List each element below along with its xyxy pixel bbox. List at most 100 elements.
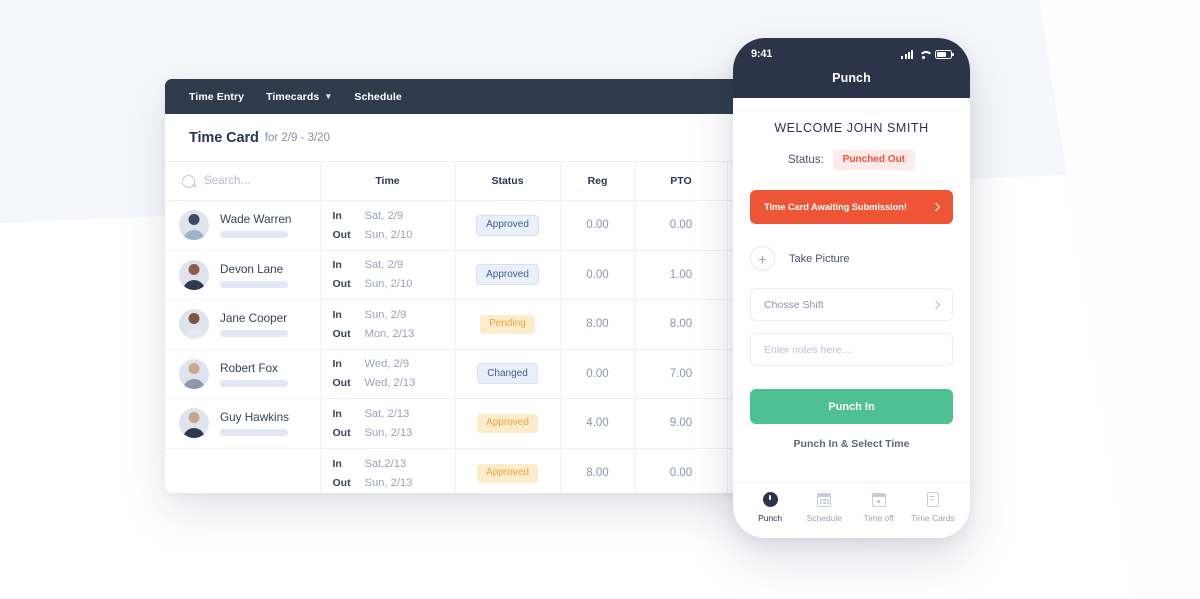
tab-label: Time Cards <box>911 513 955 523</box>
out-value: Sun, 2/13 <box>364 476 413 489</box>
out-label: Out <box>332 377 351 390</box>
column-header-reg: Reg <box>560 161 636 201</box>
column-header-time: Time <box>320 161 456 201</box>
take-picture-row[interactable]: + Take Picture <box>750 246 953 271</box>
nav-item-time-entry[interactable]: Time Entry <box>189 91 244 103</box>
avatar <box>179 358 209 389</box>
employee-cell: Robert Fox <box>165 349 321 399</box>
out-label: Out <box>332 228 351 241</box>
in-value: Sat, 2/13 <box>364 407 410 420</box>
status-badge: Approved <box>477 463 538 483</box>
time-cell: In Sat,2/13 Out Sun, 2/13 <box>320 448 456 493</box>
timecard-alert-banner[interactable]: Time Card Awaiting Submission! <box>750 190 953 224</box>
choose-shift-value: Chosse Shift <box>764 298 824 311</box>
out-label: Out <box>332 426 351 439</box>
status-bar-icons <box>901 49 954 59</box>
employee-cell: Devon Lane <box>165 250 321 300</box>
in-value: Wed, 2/9 <box>364 358 410 371</box>
out-value: Sun, 2/10 <box>364 278 413 291</box>
status-bar-time: 9:41 <box>751 48 773 60</box>
in-label: In <box>332 407 342 420</box>
reg-cell: 0.00 <box>560 349 636 399</box>
wifi-icon <box>918 50 930 59</box>
nav-item-label: Timecards <box>266 90 320 103</box>
status-cell: Approved <box>455 200 561 251</box>
status-badge: Pending <box>480 314 535 334</box>
phone-tab-bar: Punch Schedule Time off Time Cards <box>733 482 970 538</box>
phone-mockup: 9:41 Punch WELCOME JOHN SMITH Status: Pu… <box>733 38 970 538</box>
time-cell: In Sat, 2/13 Out Sun, 2/13 <box>320 398 456 449</box>
employee: Wade Warren <box>179 210 320 241</box>
pto-cell: 0.00 <box>635 448 728 493</box>
in-label: In <box>332 259 342 272</box>
employee-name: Robert Fox <box>220 360 278 375</box>
notes-placeholder: Enter notes here.... <box>764 343 854 356</box>
document-icon <box>926 492 939 507</box>
status-cell: Changed <box>455 349 561 399</box>
alert-text: Time Card Awaiting Submission! <box>764 202 907 212</box>
calendar-day-icon <box>871 492 886 507</box>
reg-cell: 0.00 <box>560 200 636 251</box>
in-label: In <box>332 308 342 321</box>
employee-cell: Wade Warren <box>165 200 321 251</box>
notes-input[interactable]: Enter notes here.... <box>750 333 953 366</box>
chevron-right-icon <box>931 202 941 212</box>
employee-detail-placeholder <box>220 231 288 239</box>
employee-detail-placeholder <box>220 280 288 288</box>
employee: Devon Lane <box>179 259 320 290</box>
reg-cell: 4.00 <box>560 398 636 449</box>
out-value: Wed, 2/13 <box>364 377 416 390</box>
search-input[interactable]: Search... <box>204 175 250 187</box>
in-value: Sat,2/13 <box>364 457 407 470</box>
tab-time-cards[interactable]: Time Cards <box>906 492 960 523</box>
screenshot-stage: Time Entry Timecards ▼ Schedule Time Car… <box>0 0 1200 599</box>
clock-icon <box>762 492 778 507</box>
chevron-down-icon: ▼ <box>324 91 333 101</box>
employee-name: Guy Hawkins <box>220 410 289 425</box>
phone-header: 9:41 Punch <box>733 38 970 98</box>
status-cell: Pending <box>455 299 561 350</box>
nav-item-label: Time Entry <box>189 90 245 103</box>
tab-punch[interactable]: Punch <box>743 492 797 523</box>
out-value: Sun, 2/10 <box>364 228 413 241</box>
avatar <box>179 259 209 290</box>
tab-time-off[interactable]: Time off <box>852 492 906 523</box>
out-label: Out <box>332 476 351 489</box>
out-label: Out <box>332 327 351 340</box>
phone-status-bar: 9:41 <box>751 46 954 62</box>
plus-icon: + <box>750 246 775 271</box>
employee: Robert Fox <box>179 358 320 389</box>
in-value: Sat, 2/9 <box>364 259 404 272</box>
search-cell[interactable]: Search... <box>165 161 321 201</box>
in-label: In <box>332 358 342 371</box>
punch-in-select-time-link[interactable]: Punch In & Select Time <box>750 438 953 450</box>
employee-cell: Guy Hawkins <box>165 398 321 449</box>
employee-name: Jane Cooper <box>220 311 287 326</box>
phone-screen-title: Punch <box>832 71 871 85</box>
nav-item-schedule[interactable]: Schedule <box>354 91 401 103</box>
nav-item-timecards[interactable]: Timecards ▼ <box>266 91 332 103</box>
tab-label: Time off <box>863 512 894 523</box>
in-value: Sat, 2/9 <box>364 209 404 222</box>
status-badge: Changed <box>477 363 538 385</box>
page-title: Time Card <box>189 129 259 146</box>
out-value: Sun, 2/13 <box>364 426 413 439</box>
status-badge: Approved <box>477 413 538 433</box>
time-cell: In Sun, 2/9 Out Mon, 2/13 <box>320 299 456 350</box>
take-picture-label: Take Picture <box>789 252 850 265</box>
out-label: Out <box>332 278 351 291</box>
status-cell: Approved <box>455 448 561 493</box>
tab-label: Punch <box>758 513 783 523</box>
pto-cell: 1.00 <box>635 250 728 300</box>
pto-cell: 0.00 <box>635 200 728 251</box>
page-title-daterange: for 2/9 - 3/20 <box>264 131 330 144</box>
pto-cell: 7.00 <box>635 349 728 399</box>
avatar <box>179 210 209 241</box>
choose-shift-select[interactable]: Chosse Shift <box>750 288 953 321</box>
tab-schedule[interactable]: Schedule <box>797 492 851 523</box>
punch-in-button[interactable]: Punch In <box>750 389 953 424</box>
pto-cell: 9.00 <box>635 398 728 449</box>
pto-cell: 8.00 <box>635 299 728 350</box>
time-cell: In Sat, 2/9 Out Sun, 2/10 <box>320 250 456 300</box>
column-header-status: Status <box>455 161 561 201</box>
